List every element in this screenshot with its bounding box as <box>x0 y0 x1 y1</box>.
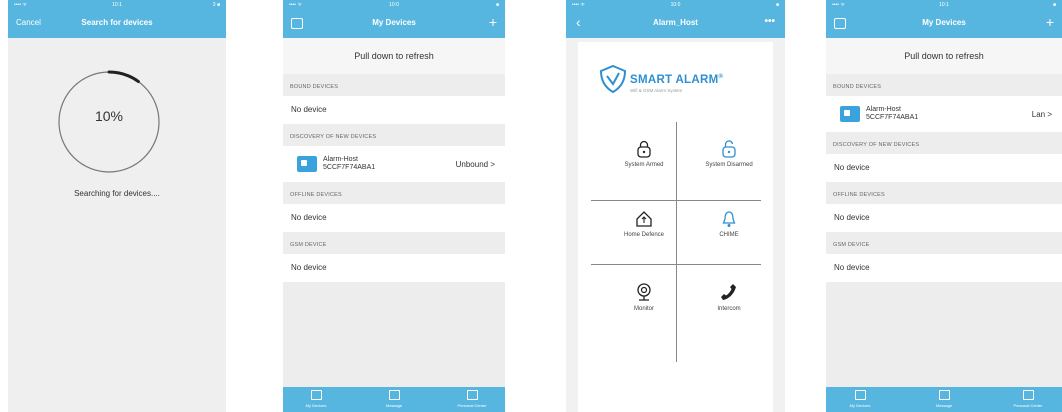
home-icon <box>636 211 652 227</box>
home-defence-button[interactable]: Home Defence <box>604 210 684 238</box>
device-icon <box>840 106 860 122</box>
devices-icon <box>310 390 322 400</box>
battery-indicator: ■ <box>1052 2 1056 8</box>
grid-divider <box>591 264 761 265</box>
offline-header: OFFLINE DEVICES <box>283 182 505 204</box>
message-icon <box>388 390 400 400</box>
page-title: Alarm_Host <box>653 18 698 27</box>
nav-bar: My Devices + <box>826 10 1062 38</box>
tab-message[interactable]: Message <box>924 390 964 408</box>
battery-indicator: 3 ■ <box>212 2 220 8</box>
devices-icon <box>854 390 866 400</box>
person-icon <box>1022 390 1034 400</box>
device-row[interactable]: Alarm-Host 5CCF7F74ABA1 Lan > <box>826 96 1062 132</box>
page-title: My Devices <box>922 18 966 27</box>
camera-icon <box>637 283 651 301</box>
device-name: Alarm-Host <box>866 106 902 113</box>
lock-open-icon <box>722 140 736 158</box>
monitor-button[interactable]: Monitor <box>604 282 684 312</box>
offline-header: OFFLINE DEVICES <box>826 182 1062 204</box>
device-status[interactable]: Unbound > <box>456 160 495 169</box>
message-icon <box>938 390 950 400</box>
brand-tagline: Wifi & GSM Alarm System <box>630 88 683 93</box>
bell-icon <box>722 211 736 227</box>
tab-my-devices[interactable]: My Devices <box>296 390 336 408</box>
discovery-header: DISCOVERY OF NEW DEVICES <box>283 124 505 146</box>
brand-name: SMART ALARM® <box>630 74 724 86</box>
battery-indicator: ■ <box>775 2 779 8</box>
status-time: 10:1 <box>939 2 949 8</box>
grid-divider <box>591 200 761 201</box>
device-name: Alarm-Host <box>323 156 359 163</box>
tab-bar: My Devices Message Personal Center <box>826 387 1062 412</box>
searching-text: Searching for devices.... <box>74 189 160 198</box>
offline-empty: No device <box>826 204 1062 232</box>
device-id: 5CCF7F74ABA1 <box>323 164 376 171</box>
tab-personal-center[interactable]: Personal Center <box>1008 390 1048 408</box>
tab-my-devices[interactable]: My Devices <box>840 390 880 408</box>
device-status[interactable]: Lan > <box>1032 110 1052 119</box>
status-bar: •••• ᯤ 10:0 ■ <box>566 0 785 10</box>
add-device-button[interactable]: + <box>1046 15 1054 29</box>
page-title: Search for devices <box>81 18 153 27</box>
discovery-header: DISCOVERY OF NEW DEVICES <box>826 132 1062 154</box>
gsm-header: GSM DEVICE <box>283 232 505 254</box>
registered-mark: ® <box>718 74 724 81</box>
device-row[interactable]: Alarm-Host 5CCF7F74ABA1 Unbound > <box>283 146 505 182</box>
add-device-button[interactable]: + <box>489 15 497 29</box>
progress-label: 10% <box>94 108 124 124</box>
status-time: 10:0 <box>670 2 681 8</box>
system-disarmed-button[interactable]: System Disarmed <box>689 140 769 168</box>
alarm-host-screen: •••• ᯤ 10:0 ■ ‹ Alarm_Host ••• SMART ALA… <box>566 0 785 412</box>
bound-devices-header: BOUND DEVICES <box>826 74 1062 96</box>
nav-bar: ‹ Alarm_Host ••• <box>566 10 785 38</box>
status-bar: •••• ᯤ 10:0 ■ <box>283 0 505 10</box>
intercom-button[interactable]: Intercom <box>689 282 769 312</box>
tab-message[interactable]: Message <box>374 390 414 408</box>
device-icon <box>297 156 317 172</box>
bound-devices-header: BOUND DEVICES <box>283 74 505 96</box>
progress-arc <box>107 70 140 84</box>
gsm-empty: No device <box>283 254 505 282</box>
status-bar: •••• ᯤ 10:1 3 ■ <box>8 0 226 10</box>
shield-logo-icon <box>599 64 627 94</box>
battery-indicator: ■ <box>495 2 499 8</box>
gsm-empty: No device <box>826 254 1062 282</box>
bound-empty: No device <box>283 96 505 124</box>
status-time: 10:1 <box>112 2 122 8</box>
my-devices-bound-screen: •••• ᯤ 10:1 ■ My Devices + Pull down to … <box>826 0 1062 412</box>
page-title: My Devices <box>372 18 416 27</box>
pull-to-refresh: Pull down to refresh <box>826 38 1062 74</box>
status-time: 10:0 <box>389 2 399 8</box>
system-armed-button[interactable]: System Armed <box>604 140 684 168</box>
status-bar: •••• ᯤ 10:1 ■ <box>826 0 1062 10</box>
phone-icon <box>721 284 736 300</box>
discovery-empty: No device <box>826 154 1062 182</box>
my-devices-screen: •••• ᯤ 10:0 ■ My Devices + Pull down to … <box>283 0 505 412</box>
search-screen: •••• ᯤ 10:1 3 ■ Cancel Search for device… <box>8 0 226 412</box>
person-icon <box>466 390 478 400</box>
nav-bar: My Devices + <box>283 10 505 38</box>
nav-bar: Cancel Search for devices <box>8 10 226 38</box>
more-button[interactable]: ••• <box>764 16 775 27</box>
device-id: 5CCF7F74ABA1 <box>866 114 919 121</box>
offline-empty: No device <box>283 204 505 232</box>
gsm-header: GSM DEVICE <box>826 232 1062 254</box>
lock-closed-icon <box>637 140 651 158</box>
chime-button[interactable]: CHIME <box>689 210 769 238</box>
pull-to-refresh: Pull down to refresh <box>283 38 505 74</box>
tab-personal-center[interactable]: Personal Center <box>452 390 492 408</box>
tab-bar: My Devices Message Personal Center <box>283 387 505 412</box>
